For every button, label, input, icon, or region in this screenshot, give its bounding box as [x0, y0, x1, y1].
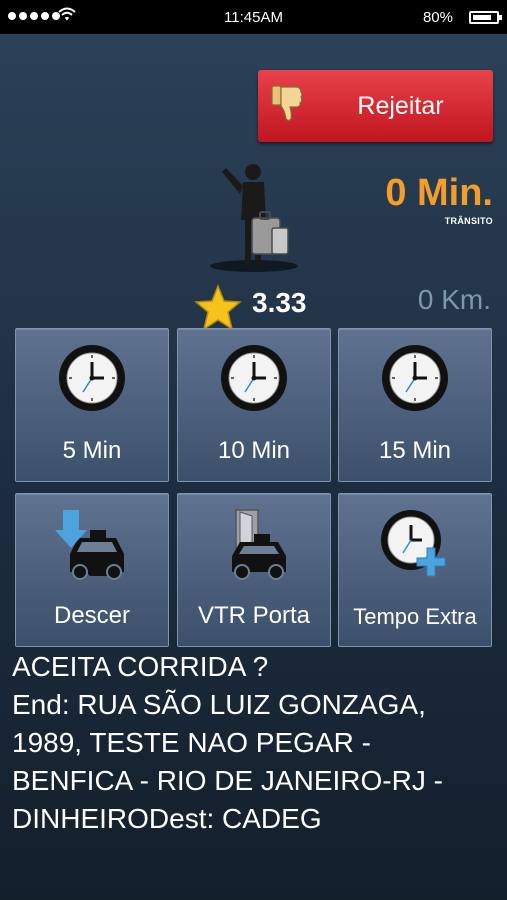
time-option-label: 5 Min	[62, 437, 122, 464]
taxi-arrow-down-icon	[55, 510, 124, 580]
action-label: Tempo Extra	[353, 604, 477, 629]
clock-icon	[59, 345, 125, 411]
time-option-10-button[interactable]: 10 Min	[177, 328, 331, 482]
battery-icon	[469, 11, 502, 24]
distance-value: 0 Km.	[417, 284, 491, 315]
clock-icon	[382, 345, 448, 411]
message-line: ACEITA CORRIDA ?	[12, 651, 269, 682]
time-option-15-button[interactable]: 15 Min	[338, 328, 492, 482]
rating-value: 3.33	[252, 287, 307, 318]
time-option-label: 10 Min	[217, 437, 291, 464]
time-option-5-button[interactable]: 5 Min	[15, 328, 169, 482]
thumbs-down-icon	[271, 85, 303, 122]
message-line: 1989, TESTE NAO PEGAR -	[12, 727, 371, 758]
descer-button[interactable]: Descer	[15, 493, 169, 647]
status-bar: 11:45AM 80%	[0, 0, 507, 34]
eta-label: TRÂNSITO	[444, 216, 493, 226]
ride-request-screen: Rejeitar 0 Min. TRÂNSITO 3.33 0 Km. 5 Mi…	[0, 34, 507, 900]
tempo-extra-button[interactable]: Tempo Extra	[338, 493, 492, 647]
taxi-door-icon	[232, 509, 286, 580]
message-line: DINHEIRODest: CADEG	[12, 803, 322, 834]
message-line: End: RUA SÃO LUIZ GONZAGA,	[12, 689, 426, 720]
eta-minutes: 0 Min.	[385, 172, 493, 214]
battery-percent: 80%	[422, 9, 453, 26]
reject-button[interactable]: Rejeitar	[258, 70, 493, 142]
action-label: Descer	[53, 602, 131, 629]
clock-plus-icon	[381, 510, 446, 577]
passenger-with-luggage-icon	[210, 164, 298, 272]
star-icon	[194, 284, 242, 331]
reject-label: Rejeitar	[357, 92, 444, 120]
message-line: BENFICA - RIO DE JANEIRO-RJ -	[12, 765, 443, 796]
ride-message: ACEITA CORRIDA ? End: RUA SÃO LUIZ GONZA…	[12, 648, 500, 838]
action-label: VTR Porta	[197, 602, 311, 629]
clock-icon	[221, 345, 287, 411]
time-option-label: 15 Min	[378, 437, 452, 464]
vtr-porta-button[interactable]: VTR Porta	[177, 493, 331, 647]
